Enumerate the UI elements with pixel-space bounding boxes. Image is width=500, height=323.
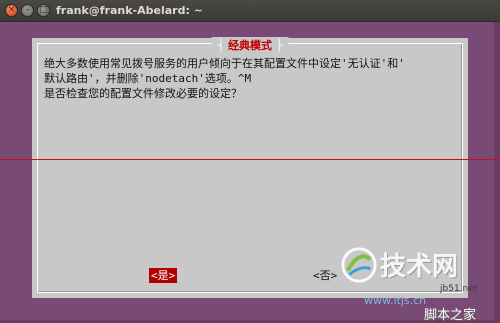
minimize-icon: – bbox=[25, 5, 30, 15]
yes-button[interactable]: <是> bbox=[149, 268, 178, 283]
window-close-button[interactable]: × bbox=[5, 4, 18, 17]
window-maximize-button[interactable]: □ bbox=[37, 4, 50, 17]
window-titlebar: × – □ frank@frank-Abelard: ~ bbox=[0, 0, 500, 22]
window-title: frank@frank-Abelard: ~ bbox=[56, 4, 203, 17]
dialog-title: ┤ 经典模式 ├ bbox=[211, 37, 289, 53]
no-button[interactable]: <否> bbox=[311, 268, 339, 283]
maximize-icon: □ bbox=[39, 5, 48, 15]
dialog-message: 绝大多数使用常见拨号服务的用户倾向于在其配置文件中设定'无认证'和' 默认路由'… bbox=[44, 57, 405, 100]
red-guide-line bbox=[0, 159, 500, 160]
title-right-edge: ├ bbox=[275, 39, 283, 52]
whiptail-dialog: ┤ 经典模式 ├ 绝大多数使用常见拨号服务的用户倾向于在其配置文件中设定'无认证… bbox=[32, 37, 468, 298]
terminal-scrollbar[interactable] bbox=[494, 22, 500, 320]
title-left-edge: ┤ bbox=[217, 39, 225, 52]
close-icon: × bbox=[7, 5, 16, 15]
window-minimize-button[interactable]: – bbox=[21, 4, 34, 17]
dialog-title-text: 经典模式 bbox=[228, 39, 272, 52]
